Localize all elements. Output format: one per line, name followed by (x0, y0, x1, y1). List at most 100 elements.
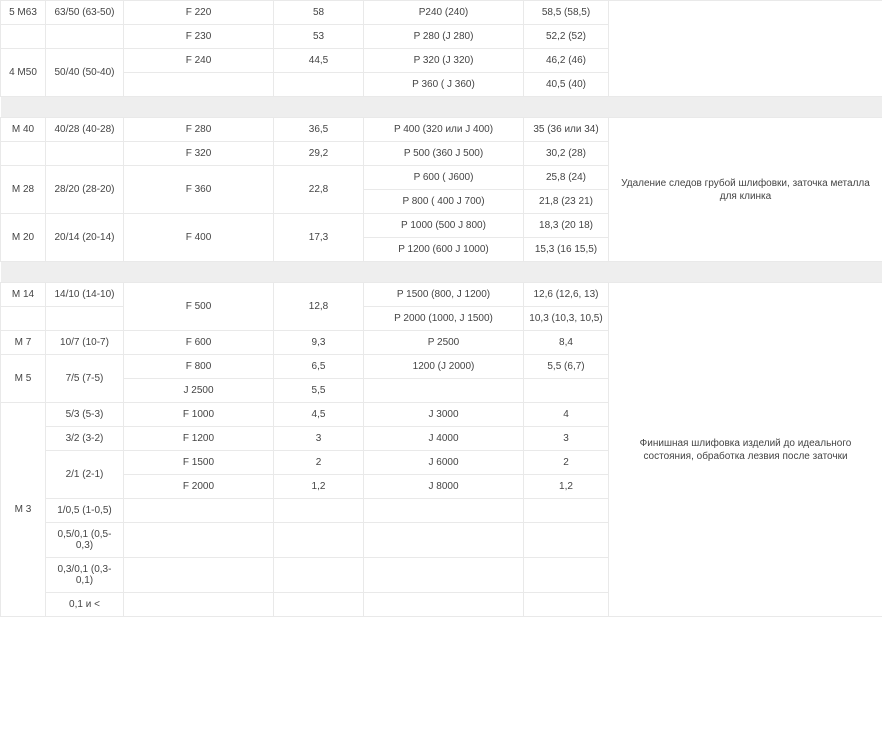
col-iso (364, 558, 524, 593)
col-mark: М 14 (1, 283, 46, 307)
col-fepa-micron: 3 (274, 427, 364, 451)
col-iso: P 280 (J 280) (364, 25, 524, 49)
col-iso-micron: 2 (524, 451, 609, 475)
col-fepa: F 800 (124, 355, 274, 379)
col-fepa (124, 73, 274, 97)
col-iso-micron: 25,8 (24) (524, 166, 609, 190)
col-fepa: F 1200 (124, 427, 274, 451)
col-fraction: 3/2 (3-2) (46, 427, 124, 451)
col-mark: М 3 (1, 403, 46, 617)
col-fraction: 14/10 (14-10) (46, 283, 124, 307)
col-iso (364, 523, 524, 558)
section-note: Удаление следов грубой шлифовки, заточка… (609, 118, 882, 262)
col-mark: 4 М50 (1, 49, 46, 97)
col-iso-micron: 40,5 (40) (524, 73, 609, 97)
col-iso-micron (524, 523, 609, 558)
col-iso-micron: 3 (524, 427, 609, 451)
col-iso: J 3000 (364, 403, 524, 427)
col-fepa: F 360 (124, 166, 274, 214)
col-iso-micron: 21,8 (23 21) (524, 190, 609, 214)
col-iso: P 1500 (800, J 1200) (364, 283, 524, 307)
col-fepa-micron: 9,3 (274, 331, 364, 355)
col-iso-micron: 1,2 (524, 475, 609, 499)
col-iso-micron: 18,3 (20 18) (524, 214, 609, 238)
col-iso-micron: 15,3 (16 15,5) (524, 238, 609, 262)
col-iso (364, 379, 524, 403)
col-mark: М 28 (1, 166, 46, 214)
col-fraction: 63/50 (63-50) (46, 1, 124, 25)
col-fraction: 0,3/0,1 (0,3-0,1) (46, 558, 124, 593)
col-iso: P 320 (J 320) (364, 49, 524, 73)
col-fepa: F 500 (124, 283, 274, 331)
col-iso: P 2000 (1000, J 1500) (364, 307, 524, 331)
col-fepa-micron: 4,5 (274, 403, 364, 427)
col-iso (364, 593, 524, 617)
col-fepa: F 1000 (124, 403, 274, 427)
col-fepa-micron: 58 (274, 1, 364, 25)
col-iso: J 8000 (364, 475, 524, 499)
col-mark: М 5 (1, 355, 46, 403)
col-fepa-micron: 17,3 (274, 214, 364, 262)
col-fepa (124, 593, 274, 617)
col-fepa-micron: 29,2 (274, 142, 364, 166)
col-fraction: 50/40 (50-40) (46, 49, 124, 97)
col-fraction: 5/3 (5-3) (46, 403, 124, 427)
col-iso: P 600 ( J600) (364, 166, 524, 190)
col-iso: P 800 ( 400 J 700) (364, 190, 524, 214)
table-row: 5 М6363/50 (63-50)F 22058P240 (240)58,5 … (1, 1, 882, 25)
col-fraction: 7/5 (7-5) (46, 355, 124, 403)
col-fepa: F 600 (124, 331, 274, 355)
col-iso-micron: 4 (524, 403, 609, 427)
section-note: Финишная шлифовка изделий до идеального … (609, 283, 882, 617)
col-fepa-micron: 36,5 (274, 118, 364, 142)
col-fepa: F 240 (124, 49, 274, 73)
col-iso: P 500 (360 J 500) (364, 142, 524, 166)
col-fepa-micron: 22,8 (274, 166, 364, 214)
col-iso: P 1200 (600 J 1000) (364, 238, 524, 262)
section-separator (1, 262, 882, 283)
col-iso: J 6000 (364, 451, 524, 475)
col-fepa: F 230 (124, 25, 274, 49)
col-iso: J 4000 (364, 427, 524, 451)
col-fepa: F 280 (124, 118, 274, 142)
col-iso-micron: 35 (36 или 34) (524, 118, 609, 142)
col-mark: М 7 (1, 331, 46, 355)
col-iso-micron: 5,5 (6,7) (524, 355, 609, 379)
col-fraction: 40/28 (40-28) (46, 118, 124, 142)
col-iso (364, 499, 524, 523)
col-fepa-micron: 1,2 (274, 475, 364, 499)
col-iso: P 400 (320 или J 400) (364, 118, 524, 142)
col-fraction: 2/1 (2-1) (46, 451, 124, 499)
col-fraction: 28/20 (28-20) (46, 166, 124, 214)
col-iso-micron: 12,6 (12,6, 13) (524, 283, 609, 307)
col-mark (1, 307, 46, 331)
col-fepa (124, 523, 274, 558)
col-iso-micron: 52,2 (52) (524, 25, 609, 49)
col-mark: М 20 (1, 214, 46, 262)
grit-comparison-table: 5 М6363/50 (63-50)F 22058P240 (240)58,5 … (0, 0, 882, 617)
col-mark: М 40 (1, 118, 46, 142)
col-fraction (46, 142, 124, 166)
col-fepa: J 2500 (124, 379, 274, 403)
col-fraction: 10/7 (10-7) (46, 331, 124, 355)
col-fepa-micron (274, 558, 364, 593)
col-iso-micron (524, 379, 609, 403)
col-iso: P240 (240) (364, 1, 524, 25)
col-iso-micron: 10,3 (10,3, 10,5) (524, 307, 609, 331)
table-row: М 4040/28 (40-28)F 28036,5P 400 (320 или… (1, 118, 882, 142)
col-fepa-micron (274, 523, 364, 558)
col-fepa: F 320 (124, 142, 274, 166)
col-iso-micron: 8,4 (524, 331, 609, 355)
col-fraction: 20/14 (20-14) (46, 214, 124, 262)
col-fepa: F 2000 (124, 475, 274, 499)
separator-cell (1, 262, 882, 283)
col-fepa-micron: 5,5 (274, 379, 364, 403)
col-fepa-micron: 6,5 (274, 355, 364, 379)
col-iso: P 2500 (364, 331, 524, 355)
col-fraction: 0,5/0,1 (0,5-0,3) (46, 523, 124, 558)
col-iso-micron: 46,2 (46) (524, 49, 609, 73)
section-separator (1, 97, 882, 118)
col-fepa (124, 558, 274, 593)
col-fepa: F 400 (124, 214, 274, 262)
col-fepa-micron: 2 (274, 451, 364, 475)
